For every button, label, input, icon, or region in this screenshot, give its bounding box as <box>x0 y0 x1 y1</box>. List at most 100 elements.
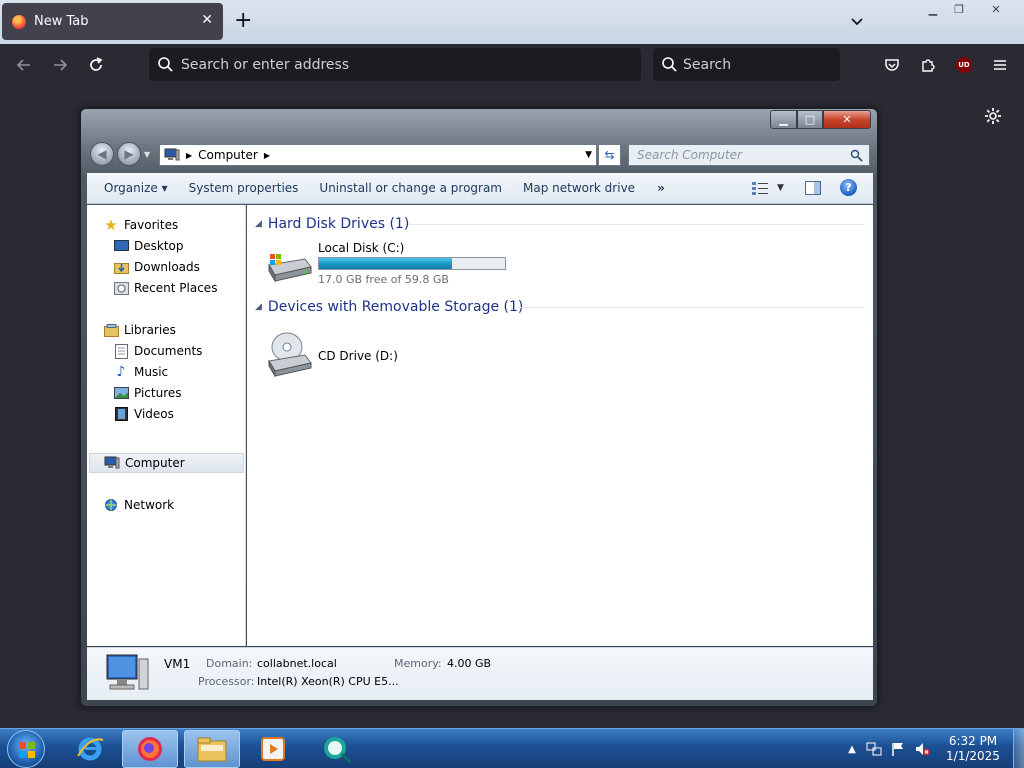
computer-icon <box>164 148 180 161</box>
show-desktop-button[interactable] <box>1013 729 1024 768</box>
puzzle-icon <box>922 59 935 72</box>
breadcrumb-arrow-icon[interactable]: ▶ <box>186 151 192 160</box>
search-icon <box>850 149 863 162</box>
browser-restore-button[interactable]: ❐ <box>946 0 972 18</box>
group-divider <box>409 224 865 225</box>
explorer-window: ▁ □ ✕ ◀ ▶ ▼ ▶ Computer ▶ ▼ ⇆ Search Comp… <box>80 108 878 707</box>
search-icon <box>158 57 173 72</box>
views-icon <box>752 182 768 195</box>
ublock-extension-button[interactable]: UD <box>952 53 976 77</box>
music-icon: ♪ <box>116 364 126 380</box>
computer-icon <box>104 455 120 471</box>
breadcrumb-computer[interactable]: Computer <box>198 148 258 162</box>
url-bar[interactable]: Search or enter address <box>149 48 641 81</box>
media-player-icon <box>261 737 285 761</box>
browser-close-button[interactable]: ✕ <box>972 0 1020 18</box>
recent-pages-dropdown[interactable]: ▼ <box>144 150 150 159</box>
close-tab-icon[interactable]: ✕ <box>201 12 213 28</box>
newtab-settings-button[interactable] <box>983 106 1003 129</box>
address-dropdown-icon[interactable]: ▼ <box>585 150 592 160</box>
app-menu-button[interactable] <box>988 53 1012 77</box>
tab-title: New Tab <box>34 14 89 29</box>
system-properties-button[interactable]: System properties <box>185 179 303 197</box>
action-center-flag-icon[interactable] <box>890 741 906 757</box>
collapse-triangle-icon[interactable]: ◢ <box>255 219 262 229</box>
forward-button[interactable] <box>48 53 72 77</box>
taskbar-internet-explorer[interactable] <box>62 730 118 768</box>
command-bar: Organize ▾ System properties Uninstall o… <box>87 173 873 204</box>
processor-value: Intel(R) Xeon(R) CPU E5... <box>257 675 399 688</box>
view-dropdown-icon[interactable]: ▼ <box>777 183 784 193</box>
maximize-button[interactable]: □ <box>797 110 823 129</box>
taskbar-windows-explorer[interactable] <box>184 730 240 768</box>
taskbar-app-teal[interactable] <box>308 730 364 768</box>
preview-pane-button[interactable] <box>805 181 821 198</box>
minimize-button[interactable]: ▁ <box>770 110 797 129</box>
list-all-tabs-button[interactable] <box>848 12 866 30</box>
more-commands-button[interactable]: » <box>653 179 669 197</box>
map-network-drive-button[interactable]: Map network drive <box>519 179 639 197</box>
nav-item-network[interactable]: Network <box>103 495 260 515</box>
search-bar-placeholder: Search <box>683 56 732 73</box>
search-icon <box>662 57 677 72</box>
explorer-back-button[interactable]: ◀ <box>90 142 114 166</box>
search-bar[interactable]: Search <box>653 48 840 81</box>
browser-tab-strip: New Tab ✕ + ▁ ❐ ✕ <box>0 0 1024 44</box>
taskbar-firefox[interactable] <box>122 730 178 768</box>
show-hidden-icons-button[interactable]: ▲ <box>844 741 860 757</box>
group-divider <box>519 307 865 308</box>
recent-places-icon <box>113 280 129 296</box>
drive-c-label[interactable]: Local Disk (C:) <box>318 241 404 255</box>
collapse-triangle-icon[interactable]: ◢ <box>255 302 262 312</box>
taskbar: ▲ 6:32 PM 1/1/2025 <box>0 728 1024 768</box>
group-header-hard-disk[interactable]: ◢ Hard Disk Drives (1) <box>255 214 409 234</box>
libraries-icon <box>103 322 119 338</box>
back-button[interactable] <box>12 53 36 77</box>
memory-label: Memory: <box>394 657 442 670</box>
pocket-icon <box>885 59 899 71</box>
hard-drive-icon <box>268 254 312 283</box>
pocket-button[interactable] <box>880 53 904 77</box>
nav-item-favorites[interactable]: ★ Favorites <box>103 215 260 235</box>
arrow-left-icon: ◀ <box>97 147 107 161</box>
search-computer-placeholder: Search Computer <box>637 148 742 162</box>
url-bar-placeholder: Search or enter address <box>181 56 350 73</box>
start-button[interactable] <box>7 730 45 768</box>
domain-label: Domain: <box>206 657 253 670</box>
firefox-icon <box>138 737 162 761</box>
nav-item-computer[interactable]: Computer <box>89 453 244 473</box>
volume-muted-icon[interactable] <box>914 741 930 757</box>
group-header-removable[interactable]: ◢ Devices with Removable Storage (1) <box>255 297 523 317</box>
nav-item-libraries[interactable]: Libraries <box>103 320 260 340</box>
downloads-folder-icon <box>113 259 129 275</box>
new-tab-button[interactable]: + <box>234 8 252 34</box>
domain-value: collabnet.local <box>257 657 337 670</box>
tab-new-tab[interactable]: New Tab ✕ <box>2 3 223 40</box>
organize-menu-button[interactable]: Organize ▾ <box>100 179 172 197</box>
browser-minimize-button[interactable]: ▁ <box>920 0 946 18</box>
change-view-button[interactable] <box>751 181 769 198</box>
drive-d-label[interactable]: CD Drive (D:) <box>318 349 398 363</box>
folder-icon <box>197 737 227 762</box>
star-icon: ★ <box>104 216 118 234</box>
close-button[interactable]: ✕ <box>823 110 871 129</box>
extensions-button[interactable] <box>916 53 940 77</box>
breadcrumb-arrow-icon[interactable]: ▶ <box>264 151 270 160</box>
system-clock[interactable]: 6:32 PM 1/1/2025 <box>937 734 1009 764</box>
refresh-icon: ⇆ <box>604 148 615 162</box>
reload-button[interactable] <box>84 53 108 77</box>
explorer-forward-button[interactable]: ▶ <box>117 142 141 166</box>
refresh-button[interactable]: ⇆ <box>598 144 621 166</box>
content-pane: ◢ Hard Disk Drives (1) Local Disk (C:) 1… <box>247 205 873 646</box>
help-button[interactable]: ? <box>840 179 857 196</box>
clock-time: 6:32 PM <box>948 734 998 748</box>
taskbar-media-player[interactable] <box>245 730 301 768</box>
address-bar[interactable]: ▶ Computer ▶ ▼ <box>159 144 597 166</box>
network-tray-icon[interactable] <box>866 741 882 757</box>
computer-name: VM1 <box>164 657 191 671</box>
uninstall-program-button[interactable]: Uninstall or change a program <box>315 179 506 197</box>
gear-icon <box>985 108 1001 124</box>
search-computer-input[interactable]: Search Computer <box>628 144 870 166</box>
clock-date: 1/1/2025 <box>946 749 1000 763</box>
help-icon: ? <box>845 181 852 194</box>
